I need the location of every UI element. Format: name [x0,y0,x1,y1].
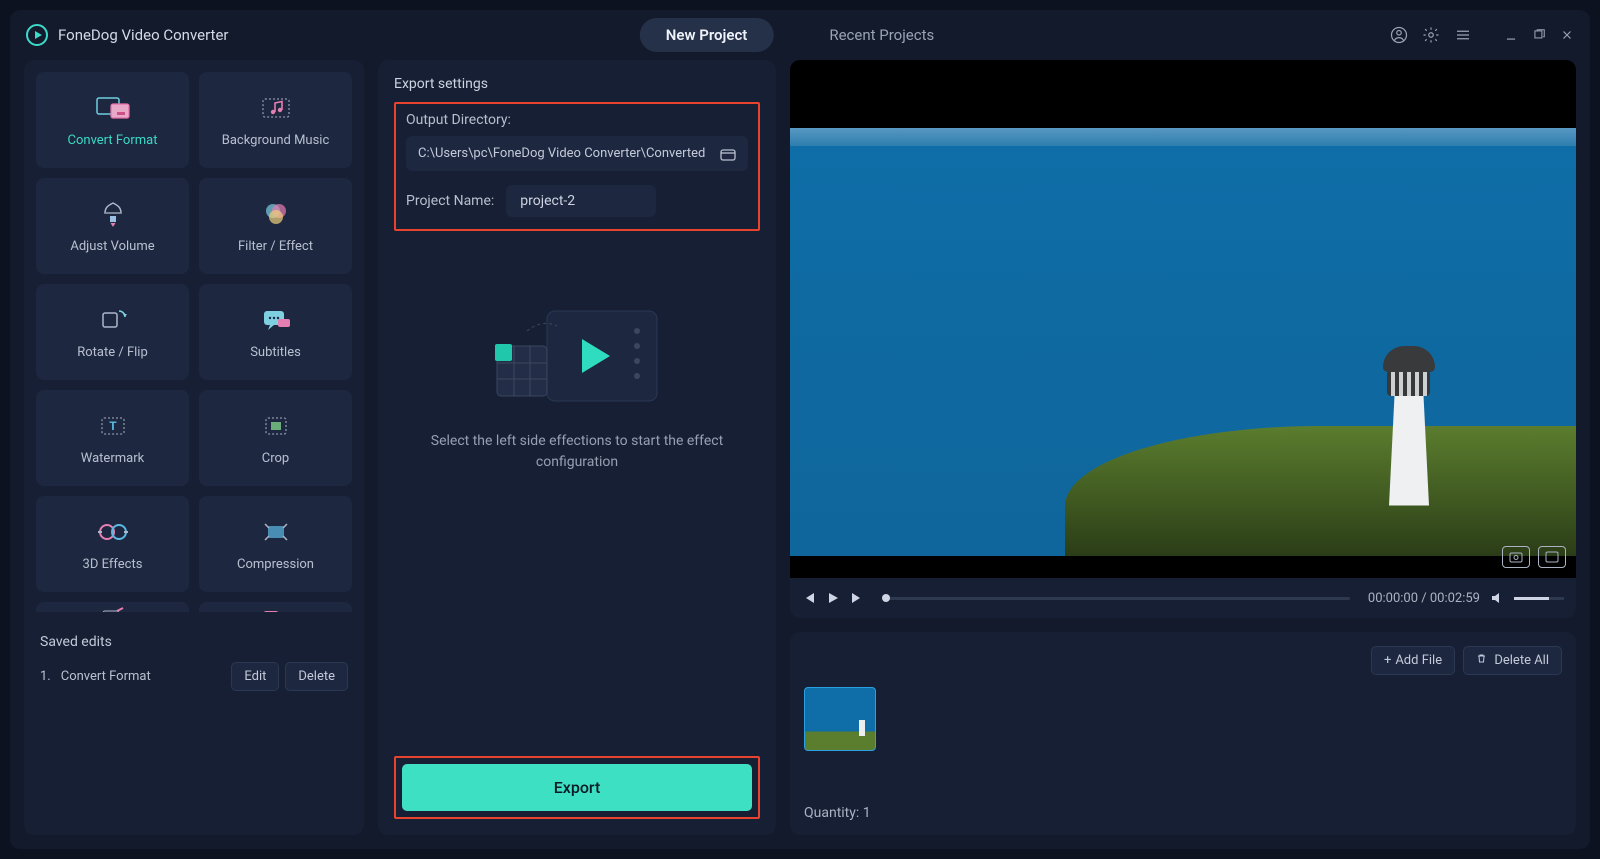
export-highlight: Export [394,756,760,819]
player-controls: 00:00:00 / 00:02:59 [790,578,1576,618]
skip-forward-icon[interactable] [850,591,864,605]
export-settings-title: Export settings [394,76,760,92]
output-dir-label: Output Directory: [406,112,748,128]
subtitles-icon [255,305,297,335]
preview-panel: 00:00:00 / 00:02:59 [790,60,1576,618]
crop-icon [255,411,297,441]
window-controls [1390,26,1574,44]
card-label: Rotate / Flip [77,345,148,360]
video-preview[interactable] [790,60,1576,578]
tab-recent-projects[interactable]: Recent Projects [803,18,960,52]
card-label: Filter / Effect [238,239,313,254]
project-name-input[interactable]: project-2 [506,185,656,217]
filter-effect-icon [255,199,297,229]
saved-item-label: Convert Format [61,669,151,684]
card-label: 3D Effects [83,557,143,572]
play-icon[interactable] [826,591,840,605]
compression-icon [255,517,297,547]
partial-icon-1 [92,602,134,612]
card-partial-1[interactable] [36,602,189,612]
card-filter-effect[interactable]: Filter / Effect [199,178,352,274]
rotate-flip-icon [92,305,134,335]
card-label: Convert Format [68,133,158,148]
queue-thumbnail[interactable] [804,687,876,751]
output-dir-field[interactable]: C:\Users\pc\FoneDog Video Converter\Conv… [406,136,748,171]
maximize-icon[interactable] [1532,28,1546,42]
card-label: Crop [262,451,289,466]
card-compression[interactable]: Compression [199,496,352,592]
project-name-label: Project Name: [406,193,494,209]
card-3d-effects[interactable]: 3D Effects [36,496,189,592]
skip-back-icon[interactable] [802,591,816,605]
edit-saved-button[interactable]: Edit [231,662,279,691]
output-dir-value: C:\Users\pc\FoneDog Video Converter\Conv… [418,146,705,161]
saved-item-index: 1. [40,669,51,684]
card-label: Compression [237,557,314,572]
card-label: Adjust Volume [70,239,154,254]
account-icon[interactable] [1390,26,1408,44]
card-partial-2[interactable] [199,602,352,612]
center-hint: Select the left side effections to start… [394,431,760,473]
card-crop[interactable]: Crop [199,390,352,486]
center-illustration: Select the left side effections to start… [394,301,760,473]
effect-illustration-icon [487,301,667,411]
volume-icon[interactable] [1490,591,1504,605]
card-convert-format[interactable]: Convert Format [36,72,189,168]
export-settings-panel: Export settings Output Directory: C:\Use… [378,60,776,835]
effects-grid: Convert Format Background Music Adjust V… [36,72,352,612]
card-watermark[interactable]: T Watermark [36,390,189,486]
add-file-button[interactable]: +Add File [1371,646,1455,675]
logo-icon [26,24,48,46]
close-icon[interactable] [1560,28,1574,42]
logo-area: FoneDog Video Converter [26,24,228,46]
effects-sidebar: Convert Format Background Music Adjust V… [24,60,364,835]
settings-icon[interactable] [1422,26,1440,44]
seek-slider[interactable] [882,597,1350,600]
volume-slider[interactable] [1514,597,1564,600]
trash-icon [1476,653,1490,668]
app-title: FoneDog Video Converter [58,26,228,44]
export-button[interactable]: Export [402,764,752,811]
adjust-volume-icon [92,199,134,229]
background-music-icon [255,93,297,123]
queue-panel: +Add File Delete All Quantity: 1 [790,632,1576,835]
preview-image [790,128,1576,556]
quantity-display: Quantity: 1 [804,805,1562,821]
output-highlight: Output Directory: C:\Users\pc\FoneDog Vi… [394,102,760,231]
partial-icon-2 [255,602,297,612]
card-adjust-volume[interactable]: Adjust Volume [36,178,189,274]
top-tabs: New Project Recent Projects [640,18,960,52]
delete-saved-button[interactable]: Delete [285,662,348,691]
card-label: Background Music [222,133,330,148]
card-label: Watermark [81,451,144,466]
convert-format-icon [92,93,134,123]
saved-edits-title: Saved edits [40,634,348,650]
3d-effects-icon [92,517,134,547]
saved-item-row: 1. Convert Format Edit Delete [40,662,348,691]
card-rotate-flip[interactable]: Rotate / Flip [36,284,189,380]
watermark-icon: T [92,411,134,441]
saved-edits: Saved edits 1. Convert Format Edit Delet… [36,628,352,697]
delete-all-button[interactable]: Delete All [1463,646,1562,675]
svg-text:T: T [109,419,117,433]
fullscreen-icon[interactable] [1538,546,1566,568]
card-background-music[interactable]: Background Music [199,72,352,168]
browse-folder-icon[interactable] [720,147,736,161]
snapshot-icon[interactable] [1502,546,1530,568]
tab-new-project[interactable]: New Project [640,18,774,52]
titlebar: FoneDog Video Converter New Project Rece… [10,10,1590,60]
time-display: 00:00:00 / 00:02:59 [1368,591,1480,606]
card-subtitles[interactable]: Subtitles [199,284,352,380]
minimize-icon[interactable] [1504,28,1518,42]
menu-icon[interactable] [1454,26,1472,44]
card-label: Subtitles [250,345,301,360]
